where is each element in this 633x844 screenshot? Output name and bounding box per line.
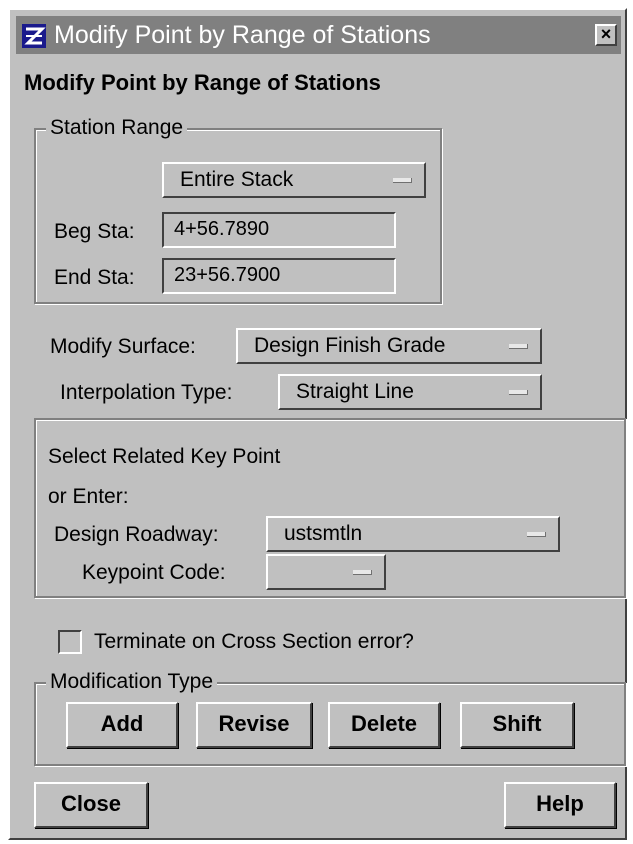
- dropdown-indicator-icon: [527, 532, 546, 537]
- title-bar[interactable]: Modify Point by Range of Stations ×: [16, 16, 621, 54]
- key-point-group: Select Related Key Point or Enter: Desig…: [34, 418, 626, 598]
- revise-button[interactable]: Revise: [196, 702, 312, 748]
- keypoint-code-dropdown[interactable]: [266, 554, 386, 590]
- dropdown-indicator-icon: [509, 390, 528, 395]
- modification-type-group: Modification Type Add Revise Delete Shif…: [34, 670, 626, 766]
- beg-sta-field[interactable]: 4+56.7890: [162, 212, 396, 248]
- dropdown-indicator-icon: [509, 344, 528, 349]
- terminate-checkbox-label[interactable]: Terminate on Cross Section error?: [94, 629, 414, 655]
- modify-surface-dropdown[interactable]: Design Finish Grade: [236, 328, 542, 364]
- delete-button[interactable]: Delete: [328, 702, 440, 748]
- station-range-legend: Station Range: [46, 116, 188, 140]
- key-point-instruction-line2: or Enter:: [48, 485, 129, 508]
- terminate-checkbox[interactable]: [58, 630, 82, 654]
- design-roadway-dropdown[interactable]: ustsmtln: [266, 516, 560, 552]
- keypoint-code-label: Keypoint Code:: [82, 561, 226, 584]
- close-icon[interactable]: ×: [595, 24, 617, 46]
- station-range-group: Station Range Entire Stack Beg Sta: 4+56…: [34, 116, 442, 304]
- add-button[interactable]: Add: [66, 702, 178, 748]
- modify-surface-value: Design Finish Grade: [254, 334, 446, 357]
- modification-type-legend: Modification Type: [46, 670, 218, 694]
- window-title: Modify Point by Range of Stations: [54, 21, 431, 49]
- modify-surface-label: Modify Surface:: [50, 335, 196, 358]
- help-button[interactable]: Help: [504, 782, 616, 828]
- dropdown-indicator-icon: [393, 178, 412, 183]
- key-point-instruction-line1: Select Related Key Point: [48, 445, 281, 468]
- design-roadway-value: ustsmtln: [284, 522, 363, 545]
- station-range-dropdown[interactable]: Entire Stack: [162, 162, 426, 198]
- interpolation-type-label: Interpolation Type:: [60, 381, 233, 404]
- close-button[interactable]: Close: [34, 782, 148, 828]
- interpolation-type-dropdown[interactable]: Straight Line: [278, 374, 542, 410]
- shift-button[interactable]: Shift: [460, 702, 574, 748]
- dropdown-indicator-icon: [353, 570, 372, 575]
- microstation-icon: [22, 24, 46, 48]
- station-range-value: Entire Stack: [180, 168, 294, 191]
- beg-sta-label: Beg Sta:: [54, 220, 135, 243]
- design-roadway-label: Design Roadway:: [54, 523, 219, 546]
- interpolation-type-value: Straight Line: [296, 380, 414, 403]
- end-sta-field[interactable]: 23+56.7900: [162, 258, 396, 294]
- dialog-heading: Modify Point by Range of Stations: [24, 70, 381, 95]
- end-sta-label: End Sta:: [54, 266, 135, 289]
- dialog-window: Modify Point by Range of Stations × Modi…: [8, 8, 627, 840]
